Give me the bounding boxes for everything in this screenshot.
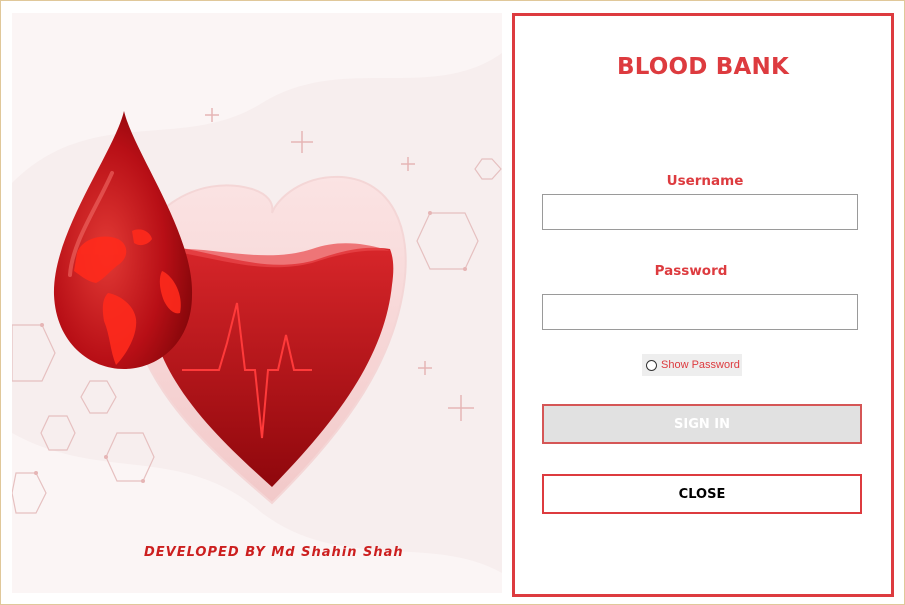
password-label: Password	[654, 263, 728, 279]
developer-credit: DEVELOPED BY Md Shahin Shah	[144, 545, 404, 560]
illustration-panel: DEVELOPED BY Md Shahin Shah	[12, 13, 502, 593]
username-label: Username	[666, 173, 744, 189]
username-input[interactable]	[542, 194, 858, 230]
sign-in-label: SIGN IN	[674, 416, 730, 432]
login-window: DEVELOPED BY Md Shahin Shah BLOOD BANK U…	[0, 0, 905, 605]
radio-icon[interactable]	[646, 359, 657, 371]
app-title: BLOOD BANK	[617, 54, 789, 80]
login-panel: BLOOD BANK Username Password Show Passwo…	[512, 13, 894, 597]
blood-heart-illustration	[12, 13, 502, 593]
show-password-toggle[interactable]: Show Password	[642, 354, 742, 376]
close-button[interactable]: CLOSE	[542, 474, 862, 514]
background-wave	[12, 13, 502, 183]
show-password-label: Show Password	[661, 359, 740, 371]
sign-in-button[interactable]: SIGN IN	[542, 404, 862, 444]
close-label: CLOSE	[678, 486, 726, 502]
password-input[interactable]	[542, 294, 858, 330]
